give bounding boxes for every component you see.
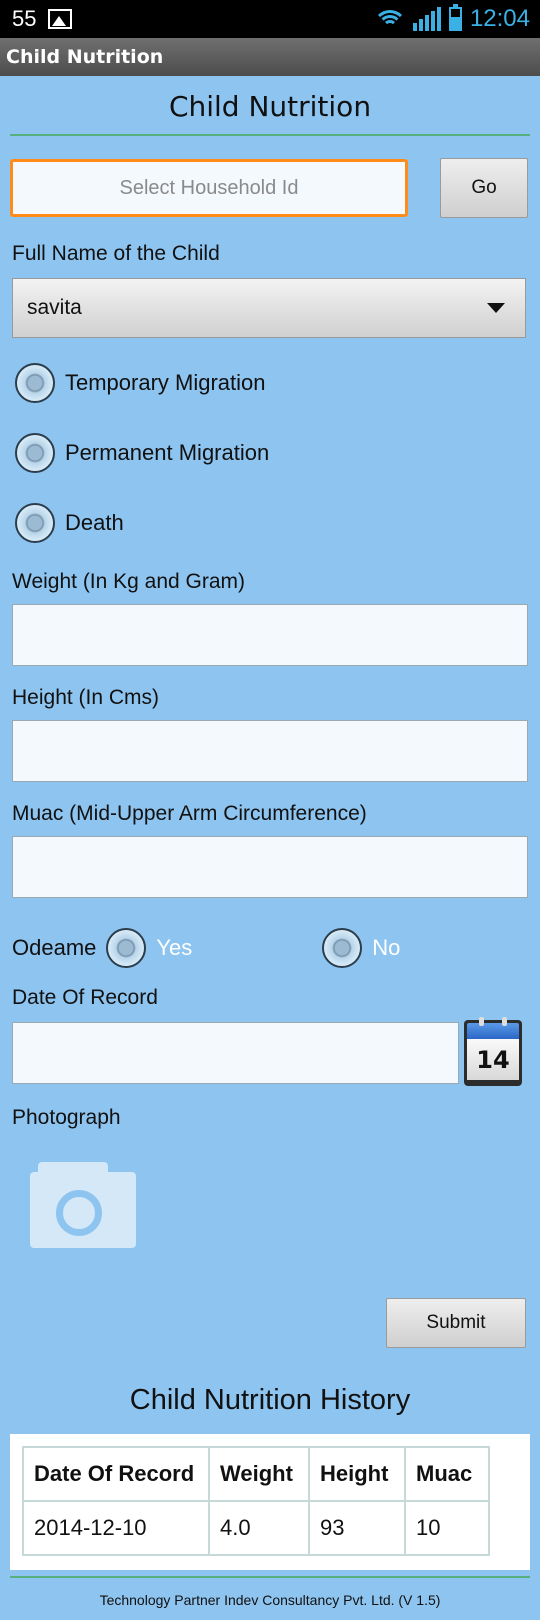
date-of-record-label: Date Of Record (12, 986, 158, 1009)
radio-label: Permanent Migration (65, 440, 270, 465)
camera-icon[interactable] (30, 1162, 136, 1248)
history-table-panel: Date Of Record Weight Height Muac 2014-1… (10, 1434, 530, 1570)
radio-row-death[interactable]: Death (15, 500, 540, 546)
odeame-no-option[interactable]: No (322, 928, 400, 968)
submit-button[interactable]: Submit (386, 1298, 526, 1348)
column-header-muac: Muac (404, 1446, 490, 1502)
child-name-select[interactable]: savita (12, 278, 526, 338)
odeame-label: Odeame (12, 935, 97, 960)
table-header-row: Date Of Record Weight Height Muac (22, 1446, 490, 1502)
status-bar-right: 12:04 (374, 4, 530, 33)
weight-label: Weight (In Kg and Gram) (12, 570, 246, 593)
calendar-header (467, 1017, 519, 1039)
muac-label: Muac (Mid-Upper Arm Circumference) (12, 802, 367, 825)
child-name-label: Full Name of the Child (12, 242, 220, 265)
table-row: 2014-12-10 4.0 93 10 (22, 1500, 490, 1556)
radio-odeame-no[interactable] (322, 928, 363, 968)
child-name-value: savita (27, 296, 82, 319)
radio-label: Temporary Migration (65, 370, 266, 395)
footer-divider (10, 1576, 530, 1578)
go-button[interactable]: Go (440, 158, 528, 218)
history-table: Date Of Record Weight Height Muac 2014-1… (22, 1446, 490, 1556)
page-title: Child Nutrition (168, 90, 372, 123)
household-row: Select Household Id Go (10, 158, 528, 218)
app-bar-title: Child Nutrition (6, 46, 164, 68)
height-field[interactable] (12, 720, 528, 782)
battery-icon (448, 4, 462, 31)
radio-label: Death (65, 510, 124, 535)
status-bar: 55 12:04 (0, 0, 540, 38)
footer-text: Technology Partner Indev Consultancy Pvt… (99, 1592, 441, 1608)
radio-temporary-migration[interactable] (15, 363, 55, 403)
chevron-down-icon (487, 303, 505, 313)
notification-count: 55 (12, 6, 37, 31)
status-bar-left: 55 (12, 6, 73, 32)
table-cell: 2014-12-10 (22, 1500, 210, 1556)
calendar-icon[interactable]: 14 (464, 1017, 522, 1086)
radio-permanent-migration[interactable] (15, 433, 55, 473)
submit-row: Submit (0, 1298, 526, 1348)
radio-death[interactable] (15, 503, 55, 543)
odeame-yes-label: Yes (156, 935, 193, 960)
history-title: Child Nutrition History (129, 1384, 411, 1416)
column-header-weight: Weight (208, 1446, 310, 1502)
signal-icon (412, 7, 441, 31)
table-cell: 4.0 (208, 1500, 310, 1556)
radio-row-permanent-migration[interactable]: Permanent Migration (15, 430, 540, 476)
household-id-input[interactable]: Select Household Id (10, 159, 408, 217)
wifi-icon (374, 8, 405, 30)
title-divider (10, 134, 530, 136)
column-header-date: Date Of Record (22, 1446, 210, 1502)
image-icon (48, 9, 73, 29)
column-header-height: Height (308, 1446, 406, 1502)
height-label: Height (In Cms) (12, 686, 160, 709)
odeame-row: Odeame Yes No (0, 924, 540, 972)
date-row: 14 (12, 1017, 528, 1086)
muac-field[interactable] (12, 836, 528, 898)
radio-odeame-yes[interactable] (106, 928, 147, 968)
table-cell: 93 (308, 1500, 406, 1556)
table-cell: 10 (404, 1500, 490, 1556)
odeame-no-label: No (372, 935, 401, 960)
app-bar: Child Nutrition (0, 38, 540, 76)
radio-row-temporary-migration[interactable]: Temporary Migration (15, 360, 540, 406)
calendar-day: 14 (467, 1039, 519, 1080)
status-radio-group: Temporary Migration Permanent Migration … (0, 360, 540, 546)
clock: 12:04 (469, 5, 530, 32)
photograph-label: Photograph (12, 1106, 121, 1129)
date-of-record-field[interactable] (12, 1022, 459, 1084)
weight-field[interactable] (12, 604, 528, 666)
odeame-yes-option[interactable]: Yes (106, 928, 192, 968)
